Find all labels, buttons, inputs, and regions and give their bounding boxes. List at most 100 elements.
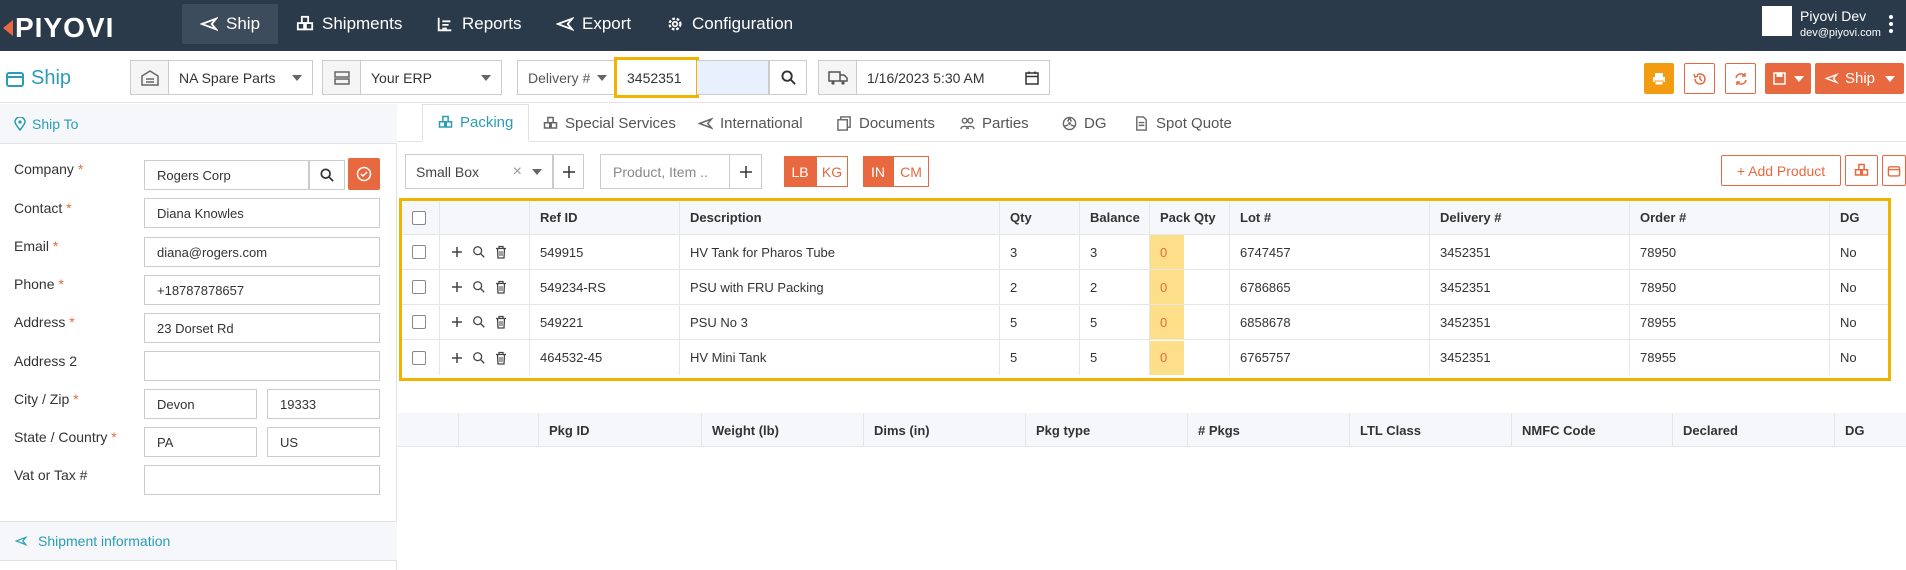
pkg-type-header[interactable]: Pkg type bbox=[1025, 413, 1187, 447]
refresh-button[interactable] bbox=[1725, 63, 1756, 94]
search-button[interactable] bbox=[769, 60, 807, 95]
contact-input[interactable]: Diana Knowles bbox=[144, 198, 380, 228]
address2-input[interactable] bbox=[144, 351, 380, 381]
dims-header[interactable]: Dims (in) bbox=[863, 413, 1025, 447]
in-toggle[interactable]: IN bbox=[863, 156, 893, 187]
lot-header[interactable]: Lot # bbox=[1229, 201, 1429, 234]
row-checkbox[interactable] bbox=[412, 350, 426, 365]
tab-international[interactable]: International bbox=[683, 104, 818, 142]
pkg-id-header[interactable]: Pkg ID bbox=[538, 413, 701, 447]
row-checkbox[interactable] bbox=[412, 280, 426, 294]
ship-to-header[interactable]: Ship To bbox=[0, 104, 397, 144]
pkg-dg-header[interactable]: DG bbox=[1834, 413, 1906, 447]
calendar-icon[interactable] bbox=[1025, 71, 1039, 85]
ship-button[interactable]: Ship bbox=[1815, 63, 1904, 94]
piyovi-logo[interactable]: PIYOVI bbox=[3, 12, 114, 44]
tab-special-services[interactable]: Special Services bbox=[528, 104, 691, 142]
pack-qty-input[interactable]: 0 bbox=[1150, 340, 1184, 375]
trash-icon[interactable] bbox=[494, 245, 508, 259]
search-icon[interactable] bbox=[472, 245, 486, 259]
pack-qty-input[interactable]: 0 bbox=[1150, 235, 1184, 269]
ltl-class-header[interactable]: LTL Class bbox=[1349, 413, 1511, 447]
trash-icon[interactable] bbox=[494, 315, 508, 329]
select-all-checkbox[interactable] bbox=[412, 210, 426, 225]
box-type-select[interactable]: Small Box × bbox=[405, 154, 553, 189]
location-select[interactable]: NA Spare Parts bbox=[130, 60, 313, 95]
add-product-button[interactable]: + Add Product bbox=[1721, 155, 1841, 186]
dg-header[interactable]: DG bbox=[1829, 201, 1888, 234]
history-button[interactable] bbox=[1684, 63, 1715, 94]
clear-icon[interactable]: × bbox=[513, 163, 522, 181]
plus-icon[interactable] bbox=[450, 245, 464, 259]
zip-input[interactable]: 19333 bbox=[267, 389, 380, 419]
save-dropdown-button[interactable] bbox=[1765, 63, 1811, 94]
package-button[interactable] bbox=[1882, 155, 1906, 186]
nmfc-code-header[interactable]: NMFC Code bbox=[1511, 413, 1672, 447]
table-row: 464532-45 HV Mini Tank 5 5 0 6765757 345… bbox=[402, 340, 1888, 375]
print-button[interactable] bbox=[1644, 63, 1674, 94]
plus-icon[interactable] bbox=[450, 351, 464, 365]
balance-header[interactable]: Balance bbox=[1079, 201, 1149, 234]
tab-packing-label: Packing bbox=[460, 114, 514, 131]
kg-toggle[interactable]: KG bbox=[816, 156, 848, 187]
lookup-type-select[interactable]: Delivery # bbox=[517, 60, 617, 95]
ref-id-header[interactable]: Ref ID bbox=[529, 201, 679, 234]
company-input[interactable]: Rogers Corp bbox=[144, 160, 309, 190]
weight-header[interactable]: Weight (lb) bbox=[701, 413, 863, 447]
delivery-header[interactable]: Delivery # bbox=[1429, 201, 1629, 234]
tab-documents[interactable]: Documents bbox=[822, 104, 950, 142]
phone-input[interactable]: +18787878657 bbox=[144, 275, 380, 305]
address-input[interactable]: 23 Dorset Rd bbox=[144, 313, 380, 343]
row-checkbox[interactable] bbox=[412, 245, 426, 259]
num-pkgs-header[interactable]: # Pkgs bbox=[1187, 413, 1349, 447]
nav-configuration[interactable]: Configuration bbox=[648, 4, 811, 44]
declared-header[interactable]: Declared bbox=[1672, 413, 1834, 447]
description-cell: HV Tank for Pharos Tube bbox=[679, 235, 999, 269]
order-header[interactable]: Order # bbox=[1629, 201, 1829, 234]
row-checkbox[interactable] bbox=[412, 315, 426, 329]
delivery-number-input[interactable]: 3452351 bbox=[614, 57, 699, 98]
pack-qty-header[interactable]: Pack Qty bbox=[1149, 201, 1229, 234]
avatar[interactable] bbox=[1762, 6, 1792, 36]
company-search-button[interactable] bbox=[309, 160, 345, 190]
qty-header[interactable]: Qty bbox=[999, 201, 1079, 234]
plus-icon[interactable] bbox=[450, 280, 464, 294]
nav-ship[interactable]: Ship bbox=[182, 4, 279, 44]
description-header[interactable]: Description bbox=[679, 201, 999, 234]
ship-date-field[interactable]: 1/16/2023 5:30 AM bbox=[818, 60, 1050, 95]
tab-parties[interactable]: Parties bbox=[945, 104, 1044, 142]
state-country-label: State / Country * bbox=[14, 429, 117, 445]
tab-packing[interactable]: Packing bbox=[422, 104, 530, 142]
country-input[interactable]: US bbox=[267, 427, 380, 457]
erp-select[interactable]: Your ERP bbox=[322, 60, 502, 95]
email-field[interactable]: diana@rogers.com bbox=[144, 237, 380, 267]
search-icon[interactable] bbox=[472, 351, 486, 365]
kebab-menu-icon[interactable] bbox=[1888, 14, 1894, 34]
shipment-information-header[interactable]: Shipment information bbox=[0, 521, 397, 561]
city-input[interactable]: Devon bbox=[144, 389, 257, 419]
add-box-button[interactable] bbox=[553, 154, 584, 189]
nav-export[interactable]: Export bbox=[538, 4, 649, 44]
pack-boxes-button[interactable] bbox=[1845, 155, 1878, 186]
pack-qty-input[interactable]: 0 bbox=[1150, 305, 1184, 339]
delivery-input-extension[interactable] bbox=[697, 60, 769, 95]
cm-toggle[interactable]: CM bbox=[893, 156, 929, 187]
product-search-input[interactable]: Product, Item .. bbox=[600, 154, 730, 189]
nav-reports[interactable]: Reports bbox=[418, 4, 540, 44]
vat-input[interactable] bbox=[144, 465, 380, 495]
search-icon[interactable] bbox=[472, 315, 486, 329]
plus-icon[interactable] bbox=[450, 315, 464, 329]
lb-toggle[interactable]: LB bbox=[784, 156, 816, 187]
nav-shipments[interactable]: Shipments bbox=[278, 4, 420, 44]
delivery-cell: 3452351 bbox=[1429, 235, 1629, 269]
trash-icon[interactable] bbox=[494, 280, 508, 294]
search-icon[interactable] bbox=[472, 280, 486, 294]
pack-qty-input[interactable]: 0 bbox=[1150, 270, 1184, 304]
trash-icon[interactable] bbox=[494, 351, 508, 365]
tab-spot-quote[interactable]: Spot Quote bbox=[1119, 104, 1247, 142]
tab-dg[interactable]: DG bbox=[1047, 104, 1122, 142]
validate-address-button[interactable] bbox=[348, 158, 380, 190]
add-product-item-button[interactable] bbox=[729, 154, 762, 189]
history-icon bbox=[1692, 72, 1706, 85]
state-input[interactable]: PA bbox=[144, 427, 257, 457]
